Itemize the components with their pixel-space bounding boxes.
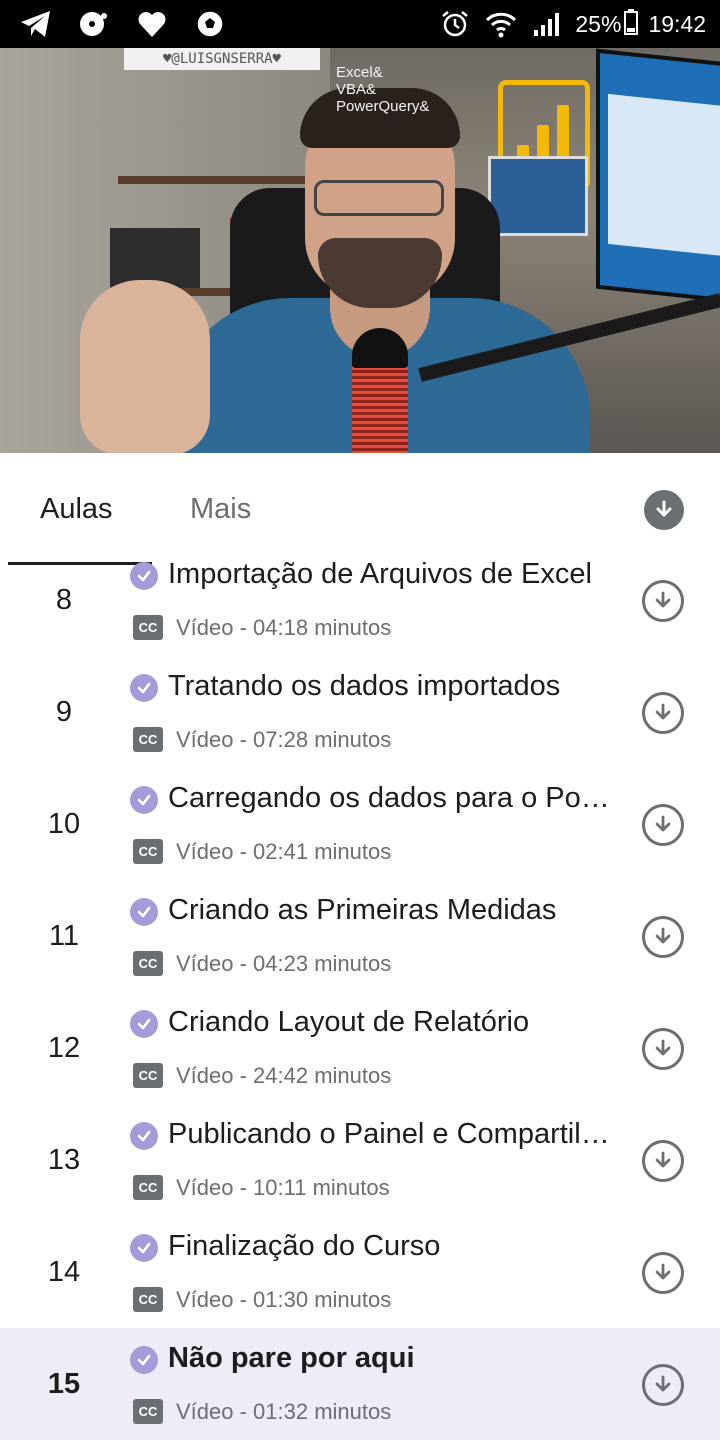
lecture-item[interactable]: 8 Importação de Arquivos de Excel CC Vídeo …	[0, 544, 720, 656]
download-lecture-button[interactable]	[642, 580, 684, 622]
soccer-ball-icon	[192, 6, 228, 42]
download-lecture-button[interactable]	[642, 1140, 684, 1182]
lecture-number: 11	[48, 920, 80, 952]
completed-check-icon	[130, 562, 158, 590]
battery-percent: 25%	[575, 10, 622, 37]
download-lecture-button[interactable]	[642, 1364, 684, 1406]
battery-icon	[624, 9, 639, 39]
lecture-number: 10	[47, 808, 81, 840]
lecture-meta: Vídeo - 07:28 minutos	[176, 727, 392, 752]
download-icon	[655, 1151, 671, 1168]
lecture-title: Publicando o Painel e Compartilhando	[168, 1118, 610, 1150]
lecture-title: Tratando os dados importados	[168, 670, 561, 702]
closed-captions-icon: CC	[133, 615, 163, 640]
lecture-item[interactable]: 14 Finalização do Curso CC Vídeo - 01:30 mi…	[0, 1216, 720, 1328]
video-overlay-text: Excel& VBA& PowerQuery&	[336, 64, 430, 115]
lecture-title: Finalização do Curso	[168, 1230, 441, 1262]
heart-icon	[134, 6, 170, 42]
lecture-number: 8	[55, 584, 73, 616]
lecture-title: Não pare por aqui	[168, 1342, 415, 1374]
download-icon	[655, 703, 671, 720]
signal-icon	[529, 6, 565, 42]
mvp-award	[488, 156, 588, 236]
lecture-item[interactable]: 9 Tratando os dados importados CC Vídeo - 0…	[0, 656, 720, 768]
music-disc-icon	[76, 6, 112, 42]
closed-captions-icon: CC	[133, 1399, 163, 1424]
closed-captions-icon: CC	[133, 1287, 163, 1312]
lecture-title: Criando as Primeiras Medidas	[168, 894, 557, 926]
download-icon	[655, 1263, 671, 1280]
completed-check-icon	[130, 1010, 158, 1038]
download-icon	[655, 1375, 671, 1392]
closed-captions-icon: CC	[133, 951, 163, 976]
lecture-item[interactable]: 15 Não pare por aqui CC Vídeo - 01:32 minut…	[0, 1328, 720, 1440]
lecture-number: 14	[47, 1256, 81, 1288]
lecture-meta: Vídeo - 02:41 minutos	[176, 839, 392, 864]
monitor-screen	[596, 48, 720, 304]
completed-check-icon	[130, 1234, 158, 1262]
tab-aulas[interactable]: Aulas	[40, 493, 113, 526]
lecture-number: 15	[47, 1368, 81, 1400]
telegram-icon	[18, 6, 54, 42]
lecture-title: Criando Layout de Relatório	[168, 1006, 530, 1038]
completed-check-icon	[130, 674, 158, 702]
lecture-item[interactable]: 13 Publicando o Painel e CompartilhandoCC…	[0, 1104, 720, 1216]
download-icon	[656, 500, 672, 517]
lecture-meta: Vídeo - 04:18 minutos	[176, 615, 392, 640]
closed-captions-icon: CC	[133, 727, 163, 752]
lecture-meta: Vídeo - 04:23 minutos	[176, 951, 392, 976]
completed-check-icon	[130, 898, 158, 926]
download-icon	[655, 591, 671, 608]
completed-check-icon	[130, 786, 158, 814]
neon-sign: ♥@LUISGNSERRA♥	[124, 48, 320, 70]
alarm-icon	[437, 6, 473, 42]
clock: 19:42	[648, 10, 706, 37]
lecture-meta: Vídeo - 01:32 minutos	[176, 1399, 392, 1424]
lecture-number: 12	[47, 1032, 81, 1064]
completed-check-icon	[130, 1122, 158, 1150]
download-lecture-button[interactable]	[642, 1028, 684, 1070]
tab-mais[interactable]: Mais	[190, 493, 251, 526]
lecture-item[interactable]: 11 Criando as Primeiras Medidas CC Vídeo - …	[0, 880, 720, 992]
download-icon	[655, 815, 671, 832]
completed-check-icon	[130, 1346, 158, 1374]
download-all-button[interactable]	[644, 490, 684, 530]
download-icon	[655, 1039, 671, 1056]
closed-captions-icon: CC	[133, 839, 163, 864]
lecture-number: 9	[55, 696, 73, 728]
lecture-title: Importação de Arquivos de Excel	[168, 558, 592, 590]
closed-captions-icon: CC	[133, 1063, 163, 1088]
download-lecture-button[interactable]	[642, 1252, 684, 1294]
lecture-number: 13	[47, 1144, 81, 1176]
lecture-meta: Vídeo - 10:11 minutos	[176, 1175, 390, 1200]
closed-captions-icon: CC	[133, 1175, 163, 1200]
lecture-item[interactable]: 12 Criando Layout de Relatório CC Vídeo - 2…	[0, 992, 720, 1104]
lecture-meta: Vídeo - 01:30 minutos	[176, 1287, 392, 1312]
lecture-item[interactable]: 10 Carregando os dados para o Power BICC V…	[0, 768, 720, 880]
lecture-title: Carregando os dados para o Power BI	[168, 782, 610, 814]
video-player[interactable]: ♥@LUISGNSERRA♥ Excel& VBA& PowerQuery&	[0, 48, 720, 453]
download-lecture-button[interactable]	[642, 804, 684, 846]
download-lecture-button[interactable]	[642, 916, 684, 958]
download-icon	[655, 927, 671, 944]
wifi-icon	[483, 6, 519, 42]
lecture-meta: Vídeo - 24:42 minutos	[176, 1063, 392, 1088]
status-bar: 25% 19:42	[0, 0, 720, 48]
download-lecture-button[interactable]	[642, 692, 684, 734]
